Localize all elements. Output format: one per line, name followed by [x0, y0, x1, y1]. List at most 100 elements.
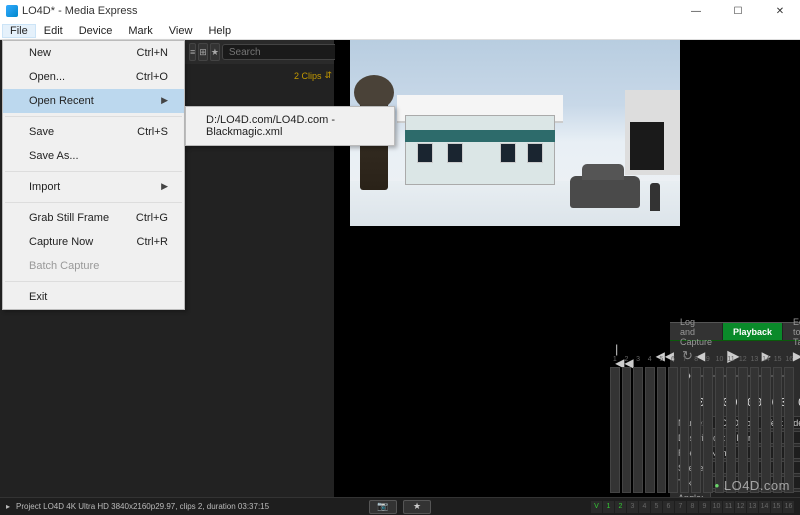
channel-a2[interactable]: 2 — [615, 501, 626, 513]
file-menu-batch-capture: Batch Capture — [3, 254, 184, 278]
channel-a3[interactable]: 3 — [627, 501, 638, 513]
channel-a6[interactable]: 6 — [663, 501, 674, 513]
file-menu-capture-now[interactable]: Capture Now Ctrl+R — [3, 230, 184, 254]
clips-count: 2 Clips ⇵ — [294, 70, 332, 81]
favorite-icon[interactable]: ★ — [403, 500, 431, 514]
audio-meter: 3 — [633, 367, 643, 493]
menu-label: Save — [29, 126, 54, 138]
tab-edit-to-tape[interactable]: Edit to Tape — [783, 323, 800, 340]
minimize-button[interactable]: — — [682, 6, 710, 17]
menu-label: Capture Now — [29, 236, 93, 248]
channel-a13[interactable]: 13 — [747, 501, 758, 513]
menu-label: New — [29, 47, 51, 59]
channel-a10[interactable]: 10 — [711, 501, 722, 513]
channel-a1[interactable]: 1 — [603, 501, 614, 513]
submenu-arrow-icon: ▶ — [161, 95, 168, 107]
channel-a12[interactable]: 12 — [735, 501, 746, 513]
menu-shortcut: Ctrl+R — [137, 236, 168, 248]
channel-a9[interactable]: 9 — [699, 501, 710, 513]
menu-label: Open Recent — [29, 95, 94, 107]
menu-label: Import — [29, 181, 60, 193]
menu-separator — [5, 171, 182, 172]
channel-a15[interactable]: 15 — [771, 501, 782, 513]
menu-shortcut: Ctrl+G — [136, 212, 168, 224]
menu-separator — [5, 202, 182, 203]
channel-a11[interactable]: 11 — [723, 501, 734, 513]
menu-separator — [5, 116, 182, 117]
fast-forward-icon[interactable]: ▶▶ — [793, 349, 800, 363]
audio-meter: 6 — [668, 367, 678, 493]
file-menu-exit[interactable]: Exit — [3, 285, 184, 309]
channel-a4[interactable]: 4 — [639, 501, 650, 513]
file-menu-open[interactable]: Open... Ctrl+O — [3, 65, 184, 89]
menubar: File Edit Device Mark View Help — [0, 22, 800, 40]
file-menu-open-recent[interactable]: Open Recent ▶ — [3, 89, 184, 113]
audio-meter: 2 — [622, 367, 632, 493]
menu-shortcut: Ctrl+N — [137, 47, 168, 59]
submenu-arrow-icon: ▶ — [161, 181, 168, 193]
menu-label: Open... — [29, 71, 65, 83]
preview-house — [405, 75, 565, 185]
channel-video[interactable]: V — [591, 501, 602, 513]
audio-meter: 8 — [691, 367, 701, 493]
capture-still-icon[interactable]: 📷 — [369, 500, 397, 514]
menu-edit[interactable]: Edit — [36, 24, 71, 38]
channel-a8[interactable]: 8 — [687, 501, 698, 513]
audio-meter: 10 — [715, 367, 725, 493]
audio-meters: 1 2 3 4 5 6 7 8 9 10 11 12 13 14 15 16 — [608, 365, 796, 495]
window-controls: — ☐ ✕ — [682, 6, 794, 17]
channel-a14[interactable]: 14 — [759, 501, 770, 513]
channel-indicators: V 1 2 3 4 5 6 7 8 9 10 11 12 13 14 15 16 — [591, 501, 794, 513]
statusbar: ▸ Project LO4D 4K Ultra HD 3840x2160p29.… — [0, 497, 800, 515]
list-view-icon[interactable]: ≡ — [189, 43, 196, 61]
channel-a16[interactable]: 16 — [783, 501, 794, 513]
menu-shortcut: Ctrl+O — [136, 71, 168, 83]
clips-count-label: 2 Clips — [294, 71, 322, 81]
preview-garage — [625, 90, 680, 175]
audio-meter: 11 — [726, 367, 736, 493]
file-menu-save-as[interactable]: Save As... — [3, 144, 184, 168]
menu-file[interactable]: File — [2, 24, 36, 38]
status-text: Project LO4D 4K Ultra HD 3840x2160p29.97… — [10, 502, 269, 511]
menu-label: Exit — [29, 291, 47, 303]
video-preview[interactable] — [350, 40, 680, 226]
audio-meter: 16 — [784, 367, 794, 493]
open-recent-submenu: D:/LO4D.com/LO4D.com - Blackmagic.xml — [185, 106, 395, 146]
close-button[interactable]: ✕ — [766, 6, 794, 17]
grid-view-icon[interactable]: ⊞ — [198, 43, 208, 61]
menu-device[interactable]: Device — [71, 24, 121, 38]
file-menu-save[interactable]: Save Ctrl+S — [3, 120, 184, 144]
expand-icon[interactable]: ⇵ — [324, 70, 332, 81]
bin-toolbar: ≡ ⊞ ★ — [185, 40, 334, 64]
audio-meter: 9 — [703, 367, 713, 493]
file-menu-import[interactable]: Import ▶ — [3, 175, 184, 199]
audio-meter: 5 — [657, 367, 667, 493]
recent-file-item[interactable]: D:/LO4D.com/LO4D.com - Blackmagic.xml — [186, 110, 394, 142]
audio-meter: 12 — [738, 367, 748, 493]
tab-playback[interactable]: Playback — [723, 323, 783, 340]
file-menu-new[interactable]: New Ctrl+N — [3, 41, 184, 65]
menu-label: Batch Capture — [29, 260, 99, 272]
audio-meter: 1 — [610, 367, 620, 493]
preview-car — [570, 176, 640, 208]
file-menu-grab-still[interactable]: Grab Still Frame Ctrl+G — [3, 206, 184, 230]
channel-a5[interactable]: 5 — [651, 501, 662, 513]
window-title: LO4D* - Media Express — [18, 5, 682, 17]
file-menu-dropdown: New Ctrl+N Open... Ctrl+O Open Recent ▶ … — [2, 40, 185, 310]
viewer-panel: Log and Capture Playback Edit to Tape NO… — [335, 40, 800, 497]
preview-person — [650, 183, 660, 211]
menu-mark[interactable]: Mark — [120, 24, 160, 38]
titlebar: LO4D* - Media Express — ☐ ✕ — [0, 0, 800, 22]
audio-meter: 15 — [773, 367, 783, 493]
audio-meter: 14 — [761, 367, 771, 493]
controls-panel: Log and Capture Playback Edit to Tape NO… — [670, 322, 800, 497]
channel-a7[interactable]: 7 — [675, 501, 686, 513]
menu-help[interactable]: Help — [200, 24, 239, 38]
maximize-button[interactable]: ☐ — [724, 6, 752, 17]
audio-meter: 13 — [750, 367, 760, 493]
star-icon[interactable]: ★ — [210, 43, 220, 61]
tab-log-capture[interactable]: Log and Capture — [670, 323, 723, 340]
menu-label: Grab Still Frame — [29, 212, 109, 224]
menu-view[interactable]: View — [161, 24, 201, 38]
mode-tabs: Log and Capture Playback Edit to Tape NO… — [670, 323, 800, 341]
